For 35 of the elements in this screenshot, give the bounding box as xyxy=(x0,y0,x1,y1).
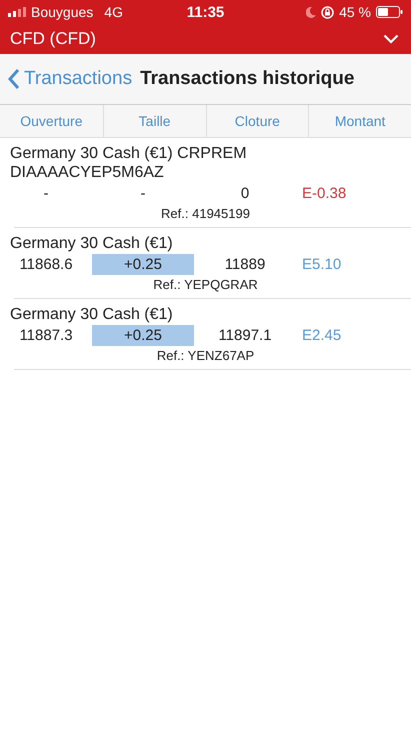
opening-value: 11868.6 xyxy=(18,255,74,275)
closing-value: 11897.1 xyxy=(217,326,273,346)
size-value: +0.25 xyxy=(92,254,194,275)
network-type: 4G xyxy=(104,4,123,20)
account-title: CFD (CFD) xyxy=(10,29,96,49)
amount-value: E5.10 xyxy=(301,255,342,275)
carrier: Bouygues xyxy=(31,4,94,20)
amount-value: E2.45 xyxy=(301,326,342,346)
column-header[interactable]: Cloture xyxy=(206,105,308,137)
closing-value: 11889 xyxy=(224,255,266,275)
battery-icon xyxy=(376,6,404,18)
amount-value: E-0.38 xyxy=(301,184,348,204)
instrument-name: Germany 30 Cash (€1) xyxy=(10,305,174,324)
back-button[interactable]: Transactions xyxy=(8,68,132,90)
signal-icon xyxy=(8,7,26,17)
column-header[interactable]: Montant xyxy=(308,105,411,137)
chevron-down-icon[interactable] xyxy=(383,34,399,44)
page-title: Transactions historique xyxy=(140,68,354,90)
chevron-left-icon[interactable] xyxy=(8,68,20,90)
moon-icon xyxy=(306,6,316,18)
battery-percent: 45 % xyxy=(339,4,372,20)
opening-value: - xyxy=(42,184,50,204)
size-value: - xyxy=(140,184,146,204)
reference-text: Ref.: YENZ67AP xyxy=(156,348,256,363)
closing-value: 0 xyxy=(240,184,250,204)
column-header[interactable]: Ouverture xyxy=(0,105,103,137)
reference-text: Ref.: 41945199 xyxy=(160,206,251,221)
reference-text: Ref.: YEPQGRAR xyxy=(152,277,259,292)
opening-value: 11887.3 xyxy=(18,326,74,346)
column-header[interactable]: Taille xyxy=(102,105,206,137)
instrument-name: Germany 30 Cash (€1) xyxy=(10,234,174,253)
instrument-name: Germany 30 Cash (€1) CRPREM DIAAAACYEP5M6AZ xyxy=(10,144,248,182)
size-value: +0.25 xyxy=(92,325,194,346)
rotation-lock-icon xyxy=(321,6,334,18)
clock: 11:35 xyxy=(186,4,224,20)
